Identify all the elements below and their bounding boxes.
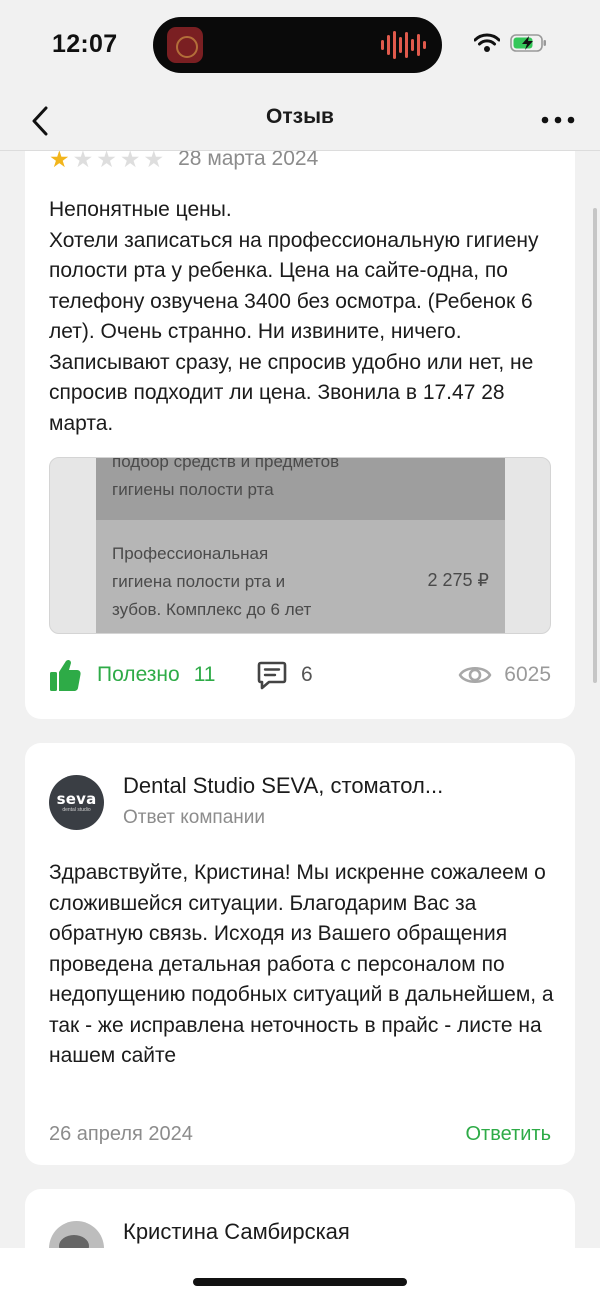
useful-label: Полезно <box>97 663 180 686</box>
useful-button[interactable]: Полезно 11 <box>49 655 216 695</box>
more-options-button[interactable] <box>538 100 578 140</box>
review-text: Непонятные цены. Хотели записаться на пр… <box>49 198 539 435</box>
rating-row: ★ ★ ★ ★ ★ 28 марта 2024 <box>49 151 318 171</box>
views-counter: 6025 <box>458 655 551 695</box>
dynamic-island[interactable] <box>153 17 442 73</box>
comment-author-name[interactable]: Кристина Самбирская <box>123 1219 350 1245</box>
price-item-name: Профессиональная гигиена полости рта и з… <box>112 544 312 619</box>
status-time: 12:07 <box>52 30 118 58</box>
company-name-link[interactable]: Dental Studio SEVA, стоматол... <box>123 773 543 799</box>
review-date: 28 марта 2024 <box>178 151 319 170</box>
navigation-bar: Отзыв <box>0 90 600 151</box>
answer-button[interactable]: Ответить <box>466 1123 552 1146</box>
eye-icon <box>458 666 492 684</box>
review-photo[interactable]: подбор средств и предметов гигиены полос… <box>49 457 551 634</box>
company-logo-subtext: dental studio <box>62 807 91 813</box>
comment-card: Кристина Самбирская <box>25 1189 575 1248</box>
status-bar: 12:07 <box>0 0 600 90</box>
company-logo-text: seva <box>56 790 97 808</box>
battery-charging-icon <box>510 34 546 52</box>
rating-stars: ★ ★ ★ ★ ★ <box>49 151 164 171</box>
avatar[interactable] <box>49 1221 104 1248</box>
price-list-row-highlighted: подбор средств и предметов гигиены полос… <box>96 458 505 520</box>
wifi-icon <box>474 33 500 52</box>
home-indicator-area <box>0 1248 600 1300</box>
reply-date: 26 апреля 2024 <box>49 1123 193 1145</box>
audio-waveform-icon <box>381 30 426 60</box>
star-empty-icon: ★ <box>72 151 94 172</box>
star-empty-icon: ★ <box>143 151 165 172</box>
company-reply-label: Ответ компании <box>123 807 266 828</box>
thumbs-up-icon <box>50 659 81 691</box>
review-scroll-area[interactable]: ★ ★ ★ ★ ★ 28 марта 2024 Непонятные цены.… <box>0 151 600 1248</box>
page-title: Отзыв <box>266 105 334 128</box>
company-logo[interactable]: seva dental studio <box>49 775 104 830</box>
price-list-screenshot: подбор средств и предметов гигиены полос… <box>96 458 505 633</box>
more-dots-icon <box>541 116 575 124</box>
comments-count: 6 <box>301 663 313 686</box>
home-indicator[interactable] <box>193 1278 407 1286</box>
views-count: 6025 <box>504 663 551 686</box>
star-empty-icon: ★ <box>96 151 117 172</box>
comment-icon <box>257 661 287 690</box>
review-card: ★ ★ ★ ★ ★ 28 марта 2024 Непонятные цены.… <box>25 151 575 719</box>
review-actions: Полезно 11 6 6025 <box>49 655 551 695</box>
scroll-indicator <box>593 208 597 683</box>
price-list-row-text: подбор средств и предметов гигиены полос… <box>112 458 340 499</box>
comments-button[interactable]: 6 <box>257 655 313 695</box>
reply-text: Здравствуйте, Кристина! Мы искренне сожа… <box>49 861 554 1067</box>
star-empty-icon: ★ <box>119 151 141 172</box>
now-playing-artwork <box>167 27 203 63</box>
price-item-value: 2 275 ₽ <box>427 570 490 590</box>
company-reply-card: seva dental studio Dental Studio SEVA, с… <box>25 743 575 1165</box>
status-icons <box>474 33 548 53</box>
useful-count: 11 <box>193 663 216 686</box>
star-filled-icon: ★ <box>49 151 70 172</box>
